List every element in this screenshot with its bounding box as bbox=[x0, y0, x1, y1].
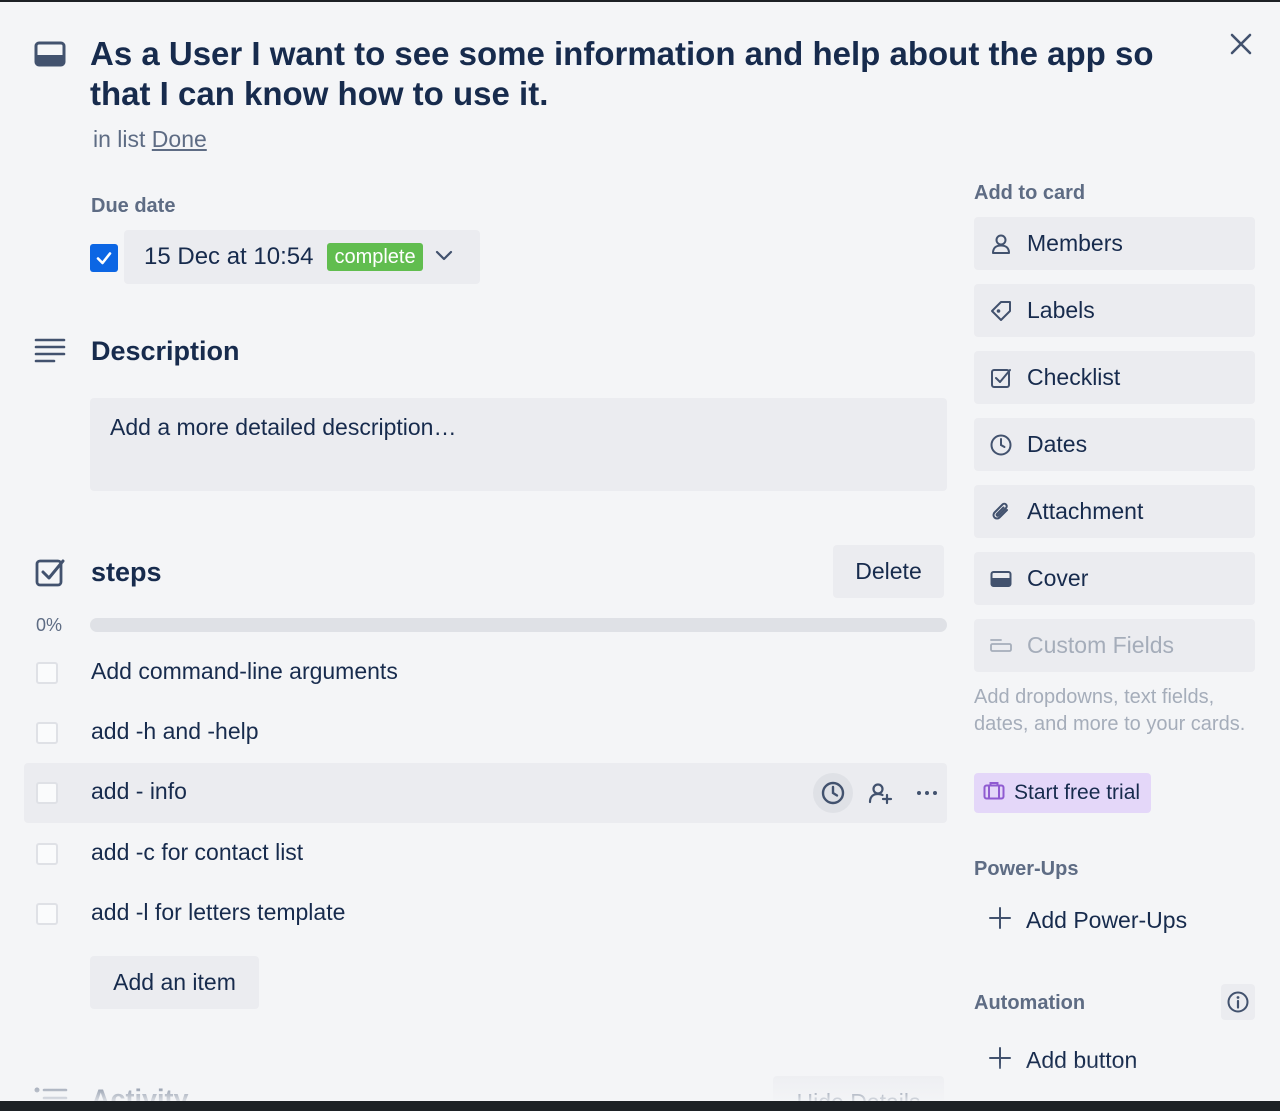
checklist-icon bbox=[34, 556, 66, 588]
powerups-heading: Power-Ups bbox=[974, 858, 1079, 880]
progress-bar bbox=[90, 618, 947, 632]
progress-percent: 0% bbox=[36, 615, 63, 635]
checklist-item-checkbox[interactable] bbox=[36, 782, 58, 804]
description-icon bbox=[34, 337, 66, 363]
plus-icon bbox=[988, 906, 1012, 935]
clock-icon bbox=[821, 781, 845, 805]
add-item-button[interactable]: Add an item bbox=[90, 956, 259, 1009]
checklist-title[interactable]: steps bbox=[91, 557, 162, 588]
checklist-button[interactable]: Checklist bbox=[974, 351, 1255, 404]
add-member-icon bbox=[868, 783, 893, 805]
members-button[interactable]: Members bbox=[974, 217, 1255, 270]
checklist-item-checkbox[interactable] bbox=[36, 662, 58, 684]
labels-label: Labels bbox=[1027, 297, 1095, 323]
checklist-item-text[interactable]: add -h and -help bbox=[91, 718, 259, 745]
checklist-item-text[interactable]: add - info bbox=[91, 778, 187, 805]
cover-icon bbox=[988, 566, 1014, 592]
labels-button[interactable]: Labels bbox=[974, 284, 1255, 337]
checklist-item-checkbox[interactable] bbox=[36, 722, 58, 744]
delete-checklist-button[interactable]: Delete bbox=[833, 545, 944, 598]
item-assign-button[interactable] bbox=[860, 773, 900, 813]
info-icon bbox=[1227, 991, 1249, 1013]
add-button-button[interactable]: Add button bbox=[974, 1035, 1255, 1085]
more-icon bbox=[917, 791, 937, 795]
attachment-button[interactable]: Attachment bbox=[974, 485, 1255, 538]
custom-fields-label: Custom Fields bbox=[1027, 632, 1174, 658]
checklist-item-text[interactable]: add -l for letters template bbox=[91, 899, 345, 926]
checklist-icon bbox=[988, 365, 1014, 391]
card-icon bbox=[34, 40, 66, 70]
person-icon bbox=[988, 231, 1014, 257]
paperclip-icon bbox=[988, 499, 1014, 525]
clock-icon bbox=[988, 432, 1014, 458]
checkmark-icon bbox=[96, 252, 112, 265]
start-free-trial-button[interactable]: Start free trial bbox=[974, 773, 1151, 813]
start-free-trial-label: Start free trial bbox=[1014, 781, 1141, 804]
add-to-card-heading: Add to card bbox=[974, 182, 1086, 204]
attachment-label: Attachment bbox=[1027, 498, 1144, 524]
tag-icon bbox=[988, 298, 1014, 324]
add-powerups-button[interactable]: Add Power-Ups bbox=[974, 895, 1255, 945]
close-icon[interactable] bbox=[1225, 28, 1257, 60]
card-detail-window: As a User I want to see some information… bbox=[0, 2, 1280, 1101]
plus-icon bbox=[988, 1046, 1012, 1075]
briefcase-icon bbox=[982, 779, 1006, 808]
hide-details-button[interactable]: Hide Details bbox=[773, 1076, 944, 1101]
automation-heading: Automation bbox=[974, 992, 1086, 1014]
chevron-down-icon bbox=[433, 244, 455, 271]
custom-fields-icon bbox=[988, 633, 1014, 659]
description-field[interactable]: Add a more detailed description… bbox=[90, 398, 947, 491]
due-complete-checkbox[interactable] bbox=[90, 244, 118, 272]
list-breadcrumb: in list Done bbox=[93, 126, 207, 153]
add-powerups-label: Add Power-Ups bbox=[1026, 906, 1188, 933]
cover-label: Cover bbox=[1027, 565, 1089, 591]
card-title[interactable]: As a User I want to see some information… bbox=[90, 34, 1200, 114]
in-list-prefix: in list bbox=[93, 126, 146, 152]
list-link[interactable]: Done bbox=[152, 126, 207, 152]
custom-fields-note: Add dropdowns, text fields, dates, and m… bbox=[974, 686, 1246, 735]
due-date-text: 15 Dec at 10:54 bbox=[144, 243, 314, 270]
item-more-button[interactable] bbox=[907, 773, 947, 813]
item-due-date-button[interactable] bbox=[813, 773, 853, 813]
description-heading: Description bbox=[91, 336, 240, 366]
custom-fields-button[interactable]: Custom Fields bbox=[974, 619, 1255, 672]
checklist-item-text[interactable]: Add command-line arguments bbox=[91, 658, 398, 685]
cover-button[interactable]: Cover bbox=[974, 552, 1255, 605]
dates-button[interactable]: Dates bbox=[974, 418, 1255, 471]
checklist-item-checkbox[interactable] bbox=[36, 903, 58, 925]
add-button-label: Add button bbox=[1026, 1046, 1138, 1073]
status-badge: complete bbox=[327, 243, 423, 271]
dates-label: Dates bbox=[1027, 431, 1088, 457]
due-date-label: Due date bbox=[91, 195, 176, 217]
automation-info-button[interactable] bbox=[1221, 984, 1255, 1020]
activity-heading: Activity bbox=[91, 1084, 189, 1101]
activity-icon bbox=[34, 1086, 68, 1101]
checklist-label: Checklist bbox=[1027, 364, 1121, 390]
checklist-item-checkbox[interactable] bbox=[36, 843, 58, 865]
members-label: Members bbox=[1027, 230, 1123, 256]
due-date-button[interactable]: 15 Dec at 10:54 complete bbox=[124, 230, 480, 284]
checklist-item-text[interactable]: add -c for contact list bbox=[91, 839, 303, 866]
